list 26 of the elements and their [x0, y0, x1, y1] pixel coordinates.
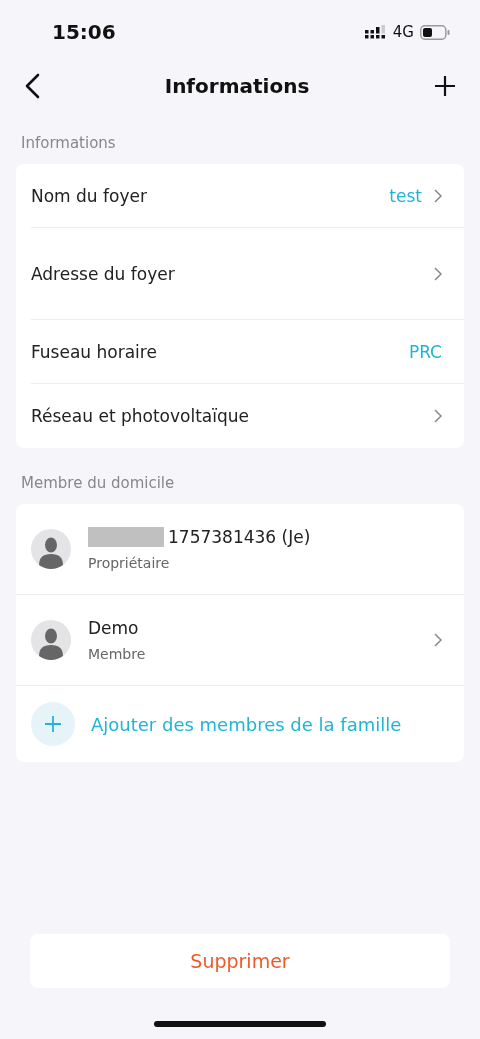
chevron-icon [434, 633, 442, 647]
add-button[interactable] [434, 75, 456, 97]
settings-row[interactable]: Fuseau horaire PRC [16, 320, 464, 384]
status-time: 15:06 [52, 20, 116, 44]
section-title: Membre du domicile [20, 473, 176, 494]
avatar-icon [31, 620, 71, 660]
settings-row[interactable]: Adresse du foyer [16, 228, 464, 320]
member-row[interactable]: Demo Membre [16, 595, 464, 686]
avatar-icon [31, 529, 71, 569]
network-label: 4G [392, 23, 414, 41]
member-row[interactable]: 1757381436 (Je) Propriétaire [16, 504, 464, 595]
settings-row[interactable]: Nom du foyer test [16, 164, 464, 228]
back-button[interactable] [24, 73, 40, 99]
signal-icon [364, 25, 387, 39]
page-title: Informations [164, 74, 310, 98]
member-role: Membre [88, 646, 147, 662]
chevron-icon [434, 267, 442, 281]
chevron-icon [434, 189, 442, 203]
battery-icon [420, 24, 450, 40]
chevron-icon [434, 409, 442, 423]
plus-icon [31, 702, 75, 746]
settings-row[interactable]: Réseau et photovoltaïque [16, 384, 464, 448]
member-name: Demo [88, 618, 139, 638]
member-name: 1757381436 (Je) [168, 527, 311, 547]
member-role: Propriétaire [88, 555, 171, 571]
section-title: Informations [20, 133, 117, 154]
